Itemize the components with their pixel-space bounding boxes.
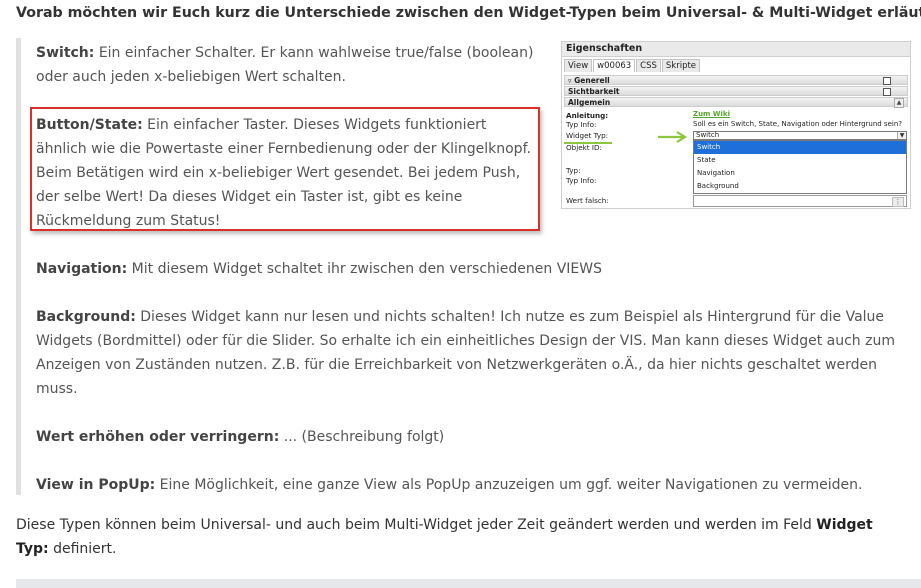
option-background[interactable]: Background [694,180,906,193]
item-switch: Switch: Ein einfacher Schalter. Er kann … [36,41,556,89]
option-navigation[interactable]: Navigation [694,167,906,180]
sichtbarkeit-checkbox[interactable] [883,88,891,96]
section-allgemein[interactable]: Allgemein ▲ [564,97,908,108]
widget-typ-select[interactable]: Switch ▼ [693,131,907,140]
green-arrow-icon [658,131,688,143]
section-label: Allgemein [568,98,611,107]
tab-skripte[interactable]: Skripte [661,59,701,72]
item-background: Background: Dieses Widget kann nur lesen… [36,305,896,401]
item-text: ... (Beschreibung folgt) [279,429,445,445]
item-text: Dieses Widget kann nur lesen und nichts … [36,309,895,397]
collapse-icon[interactable]: ▲ [894,98,904,108]
wiki-link[interactable]: Zum Wiki [693,110,730,118]
section-label: Sichtbarkeit [568,87,620,96]
tab-view[interactable]: View [564,59,593,72]
widget-typ-dropdown: Switch State Navigation Background [693,140,907,194]
typ-label: Typ: [566,166,581,175]
item-navigation: Navigation: Mit diesem Widget schaltet i… [36,257,896,281]
tab-css[interactable]: CSS [636,59,661,72]
item-text: Ein einfacher Taster. Dieses Widgets fun… [36,117,531,229]
chevron-down-icon: ▼ [897,132,906,139]
wert-falsch-label: Wert falsch: [566,196,609,205]
item-term: Button/State: [36,117,143,133]
section-generell[interactable]: ▿ Generell [564,75,908,85]
typ-info2-label: Typ Info: [566,176,597,185]
objekt-id-label: Objekt ID: [566,143,602,152]
section-label: Generell [574,76,610,85]
bottom-divider [16,579,921,588]
typ-info-value: Soll es ein Switch, State, Navigation od… [693,120,902,128]
item-text: Ein einfacher Schalter. Er kann wahlweis… [36,45,534,85]
anleitung-label: Anleitung: [566,111,608,120]
more-icon[interactable]: ⋮ [892,197,904,207]
panel-tabs: View w00063 CSS Skripte [562,59,910,73]
typ-info-label: Typ Info: [566,120,597,129]
section-sichtbarkeit[interactable]: Sichtbarkeit [564,86,908,96]
option-state[interactable]: State [694,154,906,167]
outro-after: definiert. [48,541,117,557]
item-term: Background: [36,309,136,325]
widget-typ-label: Widget Typ: [566,131,609,140]
select-value: Switch [696,131,720,139]
intro-text: Vorab möchten wir Euch kurz die Untersch… [16,5,921,21]
item-view-popup: View in PopUp: Eine Möglichkeit, eine ga… [36,473,906,497]
properties-panel: Eigenschaften View w00063 CSS Skripte ▿ … [561,41,911,209]
item-term: Switch: [36,45,95,61]
item-text: Eine Möglichkeit, eine ganze View als Po… [155,477,863,493]
item-term: Navigation: [36,261,128,277]
item-text: Mit diesem Widget schaltet ihr zwischen … [127,261,602,277]
item-term: View in PopUp: [36,477,156,493]
filter-icon: ▿ [568,77,572,85]
tab-widget[interactable]: w00063 [593,59,636,72]
panel-title: Eigenschaften [562,42,910,57]
outro-before: Diese Typen können beim Universal- und a… [16,517,817,533]
wert-falsch-input[interactable]: ⋮ [693,195,907,207]
item-term: Wert erhöhen oder verringern: [36,429,280,445]
outro-text: Diese Typen können beim Universal- und a… [16,513,906,561]
item-button-state: Button/State: Ein einfacher Taster. Dies… [36,113,536,233]
option-switch[interactable]: Switch [694,141,906,154]
generell-checkbox[interactable] [883,77,891,85]
anleitung-label-text: Anleitung: [566,111,609,120]
item-wert: Wert erhöhen oder verringern: ... (Besch… [36,425,896,449]
